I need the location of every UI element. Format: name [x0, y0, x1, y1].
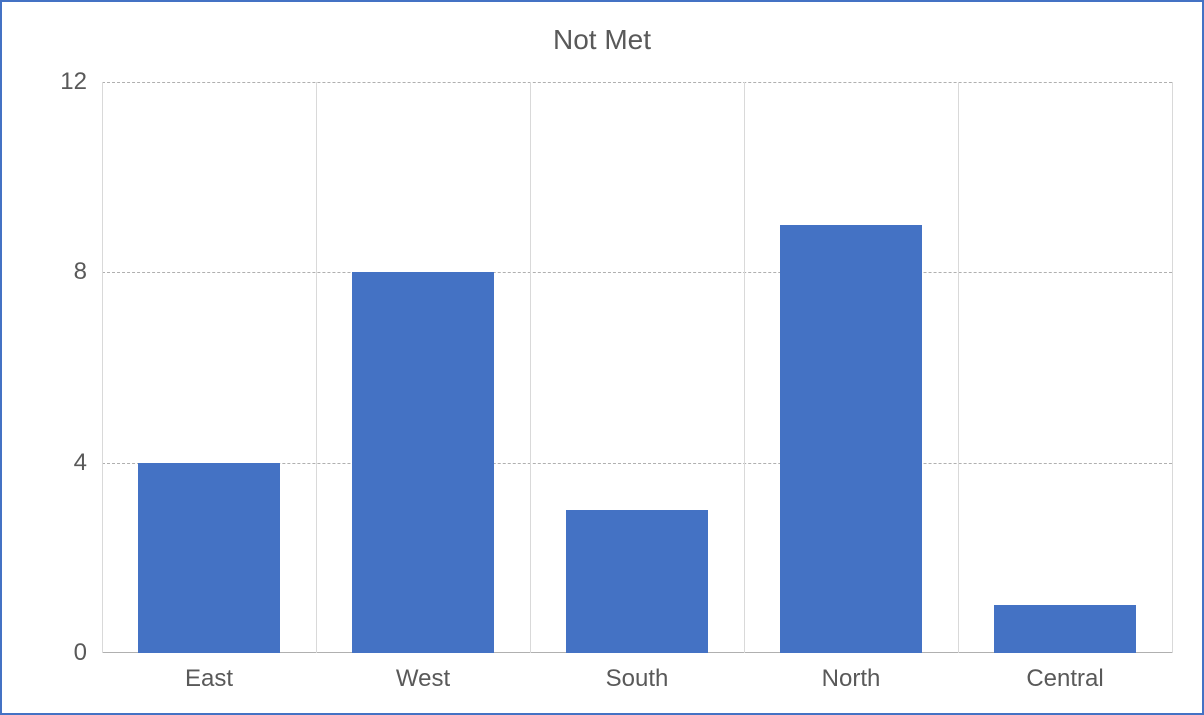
bar-slot: [958, 82, 1172, 653]
plot-area: [102, 82, 1172, 653]
bars-container: [102, 82, 1172, 653]
bar-north: [780, 225, 921, 653]
x-tick-label: North: [744, 665, 958, 693]
x-tick-label: East: [102, 665, 316, 693]
bar-slot: [744, 82, 958, 653]
chart-frame: Not Met 12 8 4 0: [0, 0, 1204, 715]
y-tick-label: 8: [74, 258, 87, 286]
bar-slot: [102, 82, 316, 653]
x-tick-label: West: [316, 665, 530, 693]
x-axis-labels: East West South North Central: [102, 665, 1172, 693]
bar-slot: [316, 82, 530, 653]
bar-slot: [530, 82, 744, 653]
gridline-vertical: [1172, 82, 1173, 653]
bar-west: [352, 272, 493, 653]
y-axis-labels: 12 8 4 0: [42, 82, 97, 653]
y-tick-label: 4: [74, 449, 87, 477]
y-tick-label: 0: [74, 639, 87, 667]
bar-south: [566, 510, 707, 653]
bar-east: [138, 463, 279, 653]
x-tick-label: South: [530, 665, 744, 693]
chart-title: Not Met: [2, 24, 1202, 56]
y-tick-label: 12: [60, 68, 87, 96]
plot-wrap: 12 8 4 0 East Wes: [42, 82, 1172, 653]
x-tick-label: Central: [958, 665, 1172, 693]
bar-central: [994, 605, 1135, 653]
